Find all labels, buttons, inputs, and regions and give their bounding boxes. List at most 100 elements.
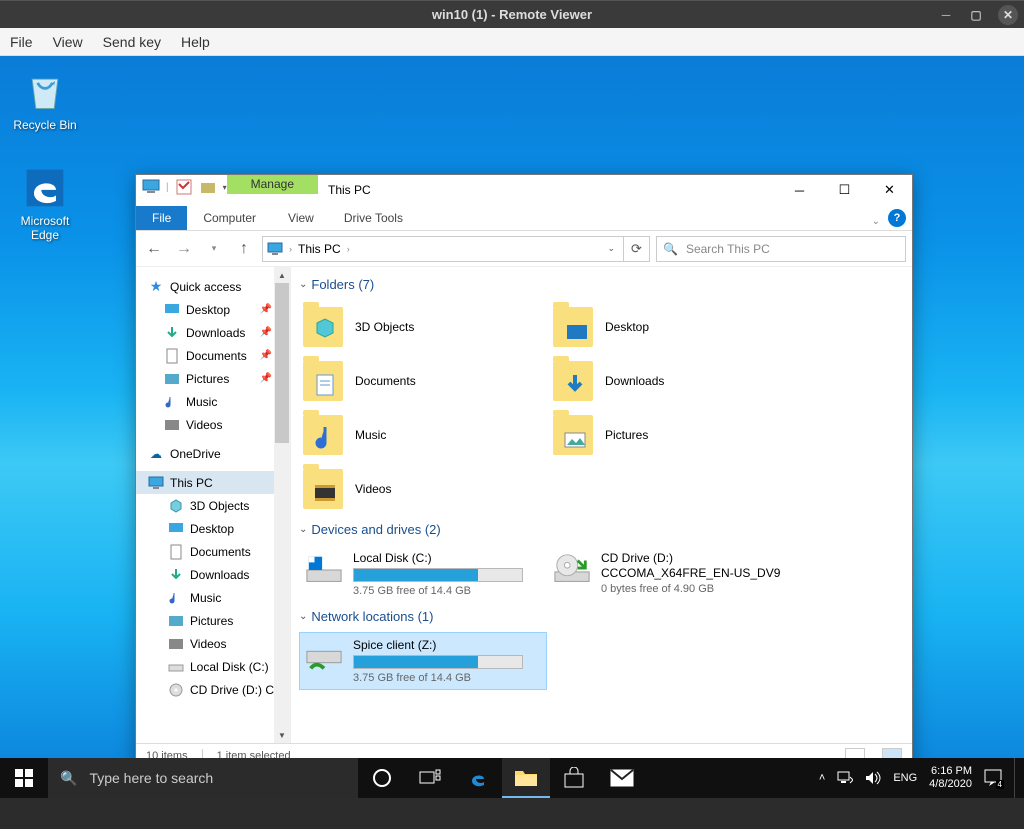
group-drives-header[interactable]: ⌄Devices and drives (2): [299, 522, 904, 537]
content-pane[interactable]: ⌄Folders (7) 3D Objects Desktop Document…: [291, 267, 912, 743]
folder-documents[interactable]: Documents: [299, 354, 549, 408]
tab-view[interactable]: View: [272, 206, 330, 230]
address-dropdown-icon[interactable]: ⌄: [603, 243, 619, 254]
address-input[interactable]: › This PC › ⌄: [262, 236, 624, 262]
tab-computer[interactable]: Computer: [187, 206, 272, 230]
nav-quick-access[interactable]: ★Quick access: [136, 275, 290, 298]
videos-icon: [164, 417, 180, 433]
folder-icon: [303, 415, 343, 455]
network-icon[interactable]: [837, 771, 853, 785]
cortana-button[interactable]: [358, 758, 406, 798]
nav-up-button[interactable]: ↑: [232, 237, 256, 261]
start-button[interactable]: [0, 758, 48, 798]
nav-3d-objects[interactable]: 3D Objects: [136, 494, 290, 517]
nav-music[interactable]: Music: [136, 586, 290, 609]
host-menu-help[interactable]: Help: [181, 34, 210, 50]
system-tray: ˄ ENG 6:16 PM 4/8/2020 4: [819, 758, 1024, 798]
host-titlebar: win10 (1) - Remote Viewer ─ ▢ ✕: [0, 0, 1024, 28]
scroll-down-icon[interactable]: ▼: [274, 727, 290, 743]
folder-music[interactable]: Music: [299, 408, 549, 462]
contextual-tab-manage[interactable]: Manage: [227, 175, 318, 194]
host-close-button[interactable]: ✕: [998, 5, 1018, 25]
refresh-button[interactable]: ⟳: [624, 236, 650, 262]
host-minimize-button[interactable]: ─: [938, 7, 954, 23]
nav-this-pc[interactable]: This PC: [136, 471, 290, 494]
edge-icon: [23, 166, 67, 210]
nav-local-disk-c[interactable]: Local Disk (C:): [136, 655, 290, 678]
host-menu-file[interactable]: File: [10, 34, 33, 50]
properties-icon[interactable]: [175, 178, 193, 196]
folder-desktop[interactable]: Desktop: [549, 300, 799, 354]
host-maximize-button[interactable]: ▢: [968, 7, 984, 23]
folder-3d-objects[interactable]: 3D Objects: [299, 300, 549, 354]
folder-downloads[interactable]: Downloads: [549, 354, 799, 408]
navigation-pane[interactable]: ★Quick access Desktop📌 Downloads📌 Docume…: [136, 267, 291, 743]
search-input[interactable]: 🔍 Search This PC: [656, 236, 906, 262]
host-menu-sendkey[interactable]: Send key: [103, 34, 161, 50]
scroll-up-icon[interactable]: ▲: [274, 267, 290, 283]
nav-documents[interactable]: Documents: [136, 540, 290, 563]
nav-desktop[interactable]: Desktop: [136, 517, 290, 540]
taskbar-search[interactable]: 🔍 Type here to search: [48, 758, 358, 798]
help-icon[interactable]: ?: [888, 209, 906, 227]
videos-icon: [168, 636, 184, 652]
nav-pictures[interactable]: Pictures📌: [136, 367, 290, 390]
nav-pictures[interactable]: Pictures: [136, 609, 290, 632]
taskbar-explorer[interactable]: [502, 758, 550, 798]
nav-music[interactable]: Music: [136, 390, 290, 413]
download-icon: [164, 325, 180, 341]
nav-downloads[interactable]: Downloads: [136, 563, 290, 586]
scroll-thumb[interactable]: [275, 283, 289, 443]
nav-downloads[interactable]: Downloads📌: [136, 321, 290, 344]
this-pc-icon: [142, 178, 160, 196]
desktop-icon-recycle-bin[interactable]: Recycle Bin: [8, 70, 82, 132]
folder-pictures[interactable]: Pictures: [549, 408, 799, 462]
taskbar-edge[interactable]: [454, 758, 502, 798]
group-network-header[interactable]: ⌄Network locations (1): [299, 609, 904, 624]
nav-back-button[interactable]: ←: [142, 237, 166, 261]
breadcrumb-separator[interactable]: ›: [289, 244, 292, 254]
new-folder-icon[interactable]: [199, 178, 217, 196]
action-center-button[interactable]: 4: [984, 769, 1002, 787]
host-menu-view[interactable]: View: [53, 34, 83, 50]
task-view-button[interactable]: [406, 758, 454, 798]
nav-videos[interactable]: Videos: [136, 632, 290, 655]
nav-scrollbar[interactable]: ▲ ▼: [274, 267, 290, 743]
nav-onedrive[interactable]: ☁OneDrive: [136, 442, 290, 465]
windows-desktop[interactable]: Recycle Bin Microsoft Edge | ▾ Manage Th…: [0, 56, 1024, 798]
minimize-button[interactable]: ─: [777, 175, 822, 205]
taskbar-store[interactable]: [550, 758, 598, 798]
download-icon: [168, 567, 184, 583]
maximize-button[interactable]: ☐: [822, 175, 867, 205]
pin-icon: 📌: [260, 350, 272, 361]
volume-icon[interactable]: [865, 771, 881, 785]
folder-icon: [303, 307, 343, 347]
desktop-icon-edge[interactable]: Microsoft Edge: [8, 166, 82, 242]
nav-documents[interactable]: Documents📌: [136, 344, 290, 367]
tray-expand-icon[interactable]: ˄: [819, 772, 825, 784]
this-pc-icon: [148, 475, 164, 491]
group-folders-header[interactable]: ⌄Folders (7): [299, 277, 904, 292]
show-desktop-button[interactable]: [1014, 758, 1020, 798]
ribbon-expand-icon[interactable]: ⌄: [872, 216, 880, 230]
breadcrumb-this-pc[interactable]: This PC: [298, 242, 341, 256]
tab-drive-tools[interactable]: Drive Tools: [330, 206, 417, 230]
tab-file[interactable]: File: [136, 206, 187, 230]
drive-local-c[interactable]: Local Disk (C:) 3.75 GB free of 14.4 GB: [299, 545, 547, 603]
folder-icon: [303, 469, 343, 509]
folder-videos[interactable]: Videos: [299, 462, 549, 516]
breadcrumb-separator[interactable]: ›: [347, 244, 350, 254]
nav-videos[interactable]: Videos: [136, 413, 290, 436]
language-indicator[interactable]: ENG: [893, 772, 917, 784]
drive-spice-z[interactable]: Spice client (Z:) 3.75 GB free of 14.4 G…: [299, 632, 547, 690]
taskbar-mail[interactable]: [598, 758, 646, 798]
nav-desktop[interactable]: Desktop📌: [136, 298, 290, 321]
drive-cd-d[interactable]: CD Drive (D:) CCCOMA_X64FRE_EN-US_DV9 0 …: [547, 545, 795, 603]
nav-history-dropdown[interactable]: ▾: [202, 237, 226, 261]
close-button[interactable]: ✕: [867, 175, 912, 205]
explorer-titlebar[interactable]: | ▾ Manage This PC ─ ☐ ✕: [136, 175, 912, 206]
folder-icon: [553, 415, 593, 455]
nav-cd-drive-d[interactable]: CD Drive (D:) CC: [136, 678, 290, 701]
nav-forward-button[interactable]: →: [172, 237, 196, 261]
clock[interactable]: 6:16 PM 4/8/2020: [929, 765, 972, 791]
